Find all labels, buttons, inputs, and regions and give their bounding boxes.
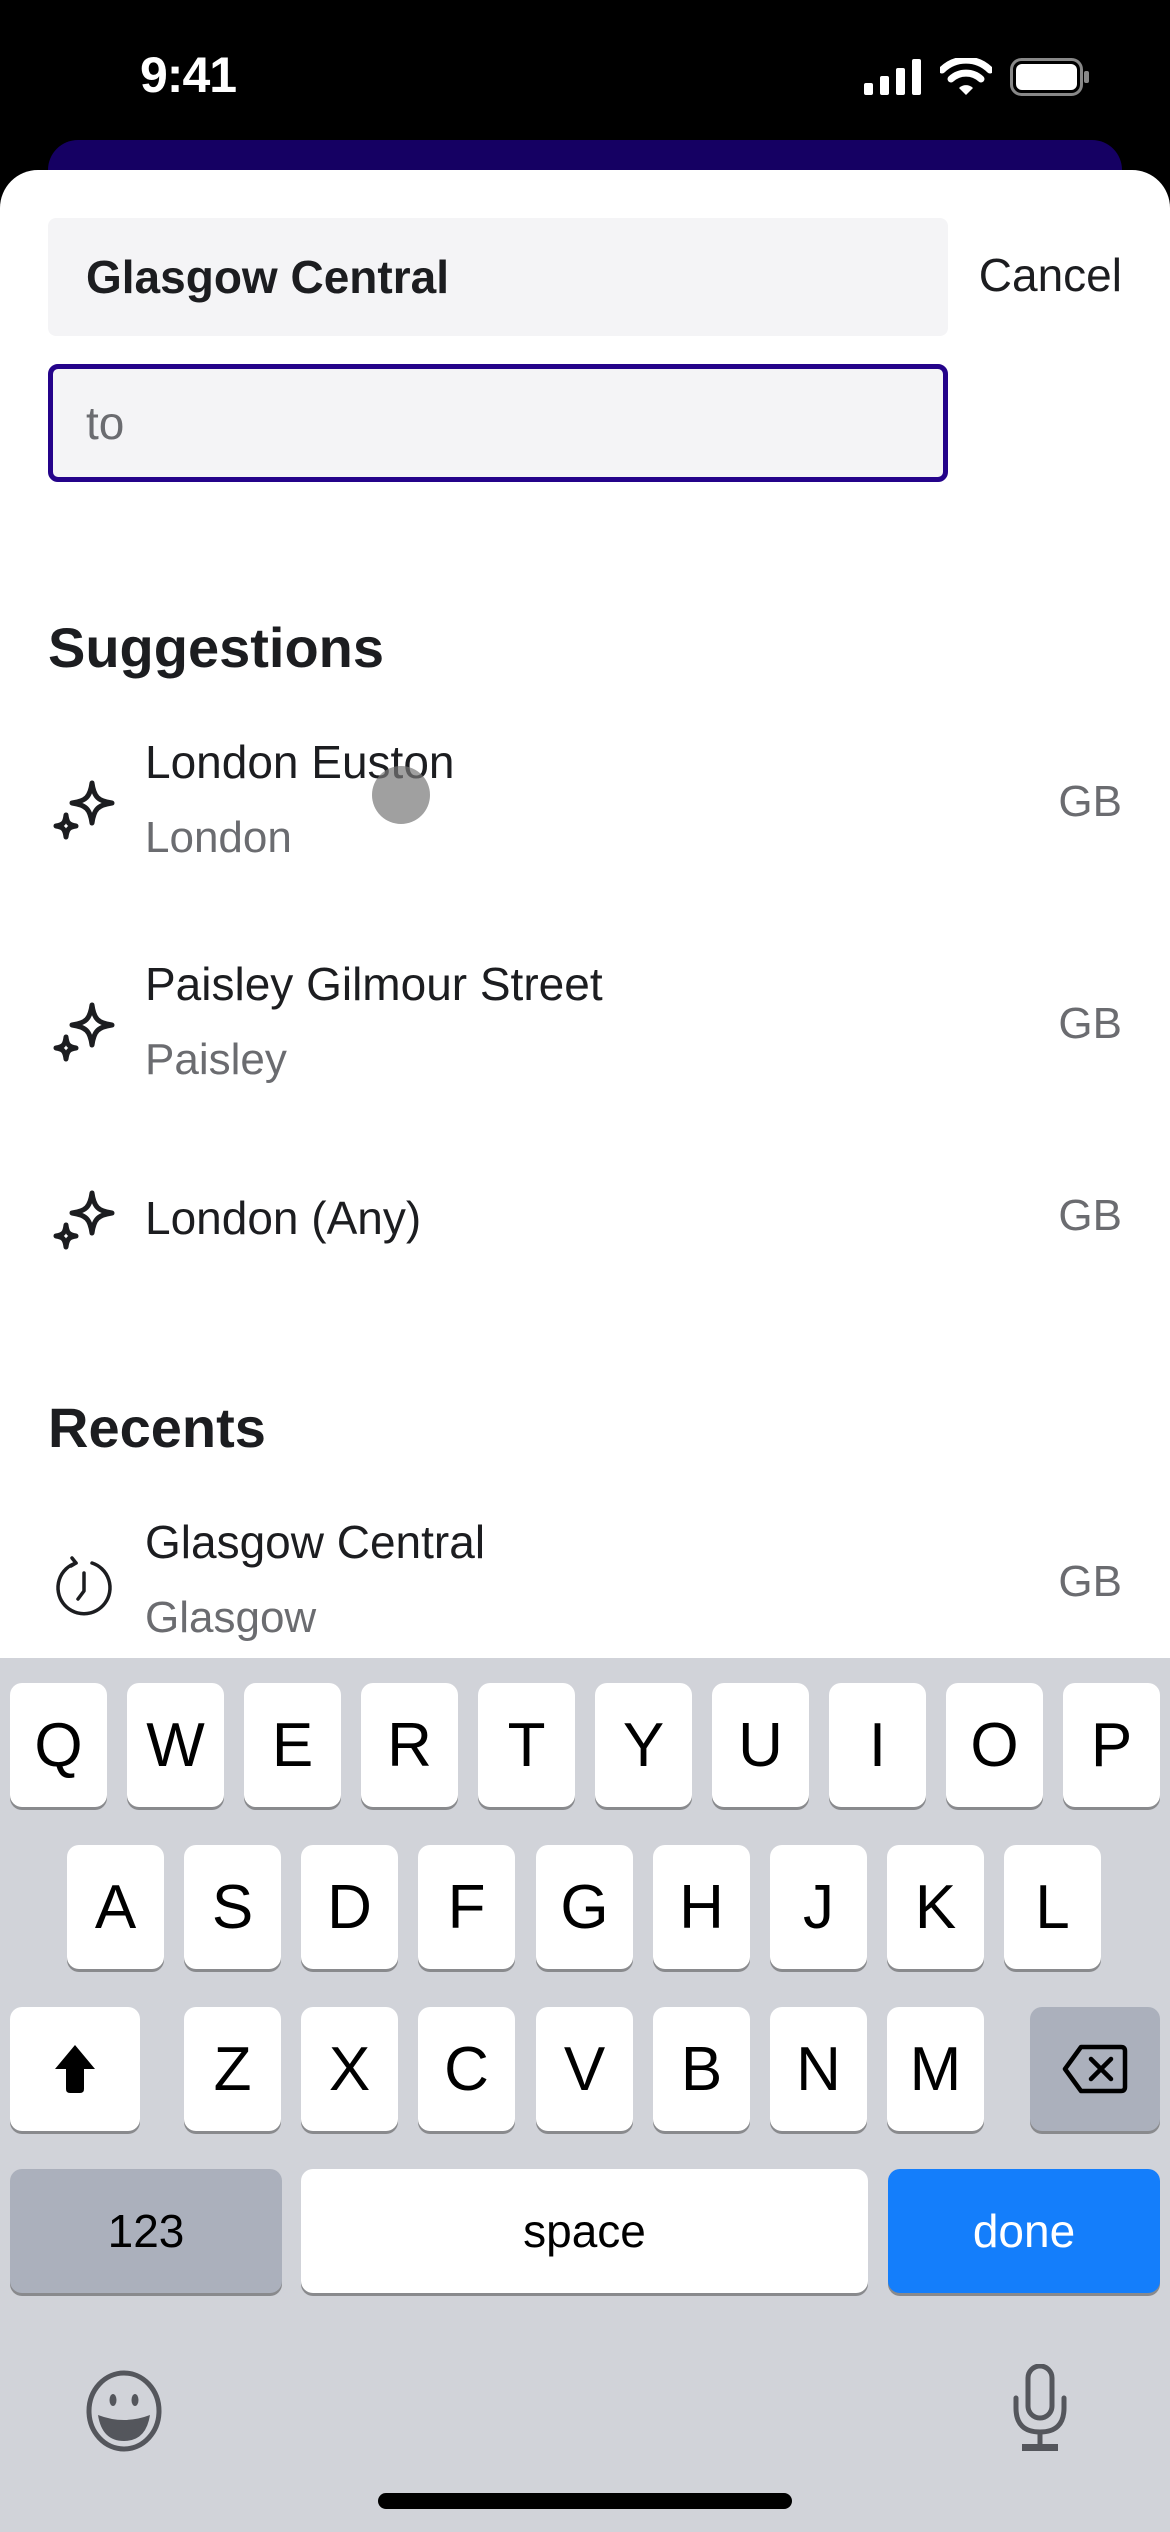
emoji-icon[interactable] (84, 2369, 164, 2453)
cancel-button[interactable]: Cancel (979, 248, 1122, 302)
key-j[interactable]: J (770, 1845, 867, 1969)
suggestion-city: Paisley (145, 1035, 287, 1084)
to-station-input[interactable] (53, 369, 943, 477)
suggestion-country: GB (1058, 777, 1122, 826)
key-c[interactable]: C (418, 2007, 515, 2131)
recent-country: GB (1058, 1557, 1122, 1606)
done-key[interactable]: done (888, 2169, 1160, 2293)
key-t[interactable]: T (478, 1683, 575, 1807)
cellular-signal-icon (864, 59, 921, 95)
key-i[interactable]: I (829, 1683, 926, 1807)
key-m[interactable]: M (887, 2007, 984, 2131)
key-n[interactable]: N (770, 2007, 867, 2131)
key-d[interactable]: D (301, 1845, 398, 1969)
suggestions-title: Suggestions (48, 616, 385, 679)
key-q[interactable]: Q (10, 1683, 107, 1807)
battery-icon (1010, 58, 1089, 96)
key-u[interactable]: U (712, 1683, 809, 1807)
key-l[interactable]: L (1004, 1845, 1101, 1969)
suggestion-city: London (145, 813, 292, 862)
suggestion-name: London (Any) (145, 1192, 422, 1244)
key-o[interactable]: O (946, 1683, 1043, 1807)
key-k[interactable]: K (887, 1845, 984, 1969)
key-z[interactable]: Z (184, 2007, 281, 2131)
recent-city: Glasgow (145, 1593, 317, 1642)
home-indicator[interactable] (378, 2493, 792, 2509)
numbers-key[interactable]: 123 (10, 2169, 282, 2293)
space-key[interactable]: space (301, 2169, 868, 2293)
key-p[interactable]: P (1063, 1683, 1160, 1807)
to-station-field[interactable] (48, 364, 948, 482)
suggestion-item[interactable]: Paisley Gilmour Street Paisley GB (0, 957, 1170, 1107)
sparkles-icon (53, 1190, 115, 1250)
key-f[interactable]: F (418, 1845, 515, 1969)
suggestion-country: GB (1058, 1191, 1122, 1240)
recents-title: Recents (48, 1396, 266, 1459)
key-x[interactable]: X (301, 2007, 398, 2131)
suggestion-name: Paisley Gilmour Street (145, 958, 603, 1010)
wifi-icon (940, 58, 992, 95)
backspace-key[interactable] (1030, 2007, 1160, 2131)
key-v[interactable]: V (536, 2007, 633, 2131)
key-b[interactable]: B (653, 2007, 750, 2131)
key-r[interactable]: R (361, 1683, 458, 1807)
key-e[interactable]: E (244, 1683, 341, 1807)
status-time: 9:41 (140, 47, 237, 103)
key-g[interactable]: G (536, 1845, 633, 1969)
key-h[interactable]: H (653, 1845, 750, 1969)
shift-key[interactable] (10, 2007, 140, 2131)
key-s[interactable]: S (184, 1845, 281, 1969)
recent-name: Glasgow Central (145, 1516, 486, 1568)
key-a[interactable]: A (67, 1845, 164, 1969)
suggestion-country: GB (1058, 999, 1122, 1048)
microphone-icon[interactable] (1010, 2364, 1070, 2454)
sparkles-icon (53, 1002, 115, 1062)
key-w[interactable]: W (127, 1683, 224, 1807)
suggestion-item[interactable]: London Euston London GB (0, 735, 1170, 885)
touch-indicator (372, 766, 430, 824)
shift-arrow-icon (55, 2045, 95, 2093)
keyboard: Q W E R T Y U I O P A S D F G H J K L Z … (0, 1658, 1170, 2532)
suggestion-item[interactable]: London (Any) GB (0, 1175, 1170, 1285)
recent-item[interactable]: Glasgow Central Glasgow GB (0, 1515, 1170, 1665)
key-y[interactable]: Y (595, 1683, 692, 1807)
history-clock-icon (56, 1556, 112, 1616)
from-station-field[interactable]: Glasgow Central (48, 218, 948, 336)
search-sheet: Glasgow Central Cancel Suggestions Londo… (0, 170, 1170, 1670)
sparkles-icon (53, 780, 115, 840)
status-icons (864, 58, 1090, 96)
from-station-value: Glasgow Central (86, 251, 449, 303)
status-bar: 9:41 (0, 0, 1170, 140)
backspace-icon (1062, 2044, 1128, 2094)
